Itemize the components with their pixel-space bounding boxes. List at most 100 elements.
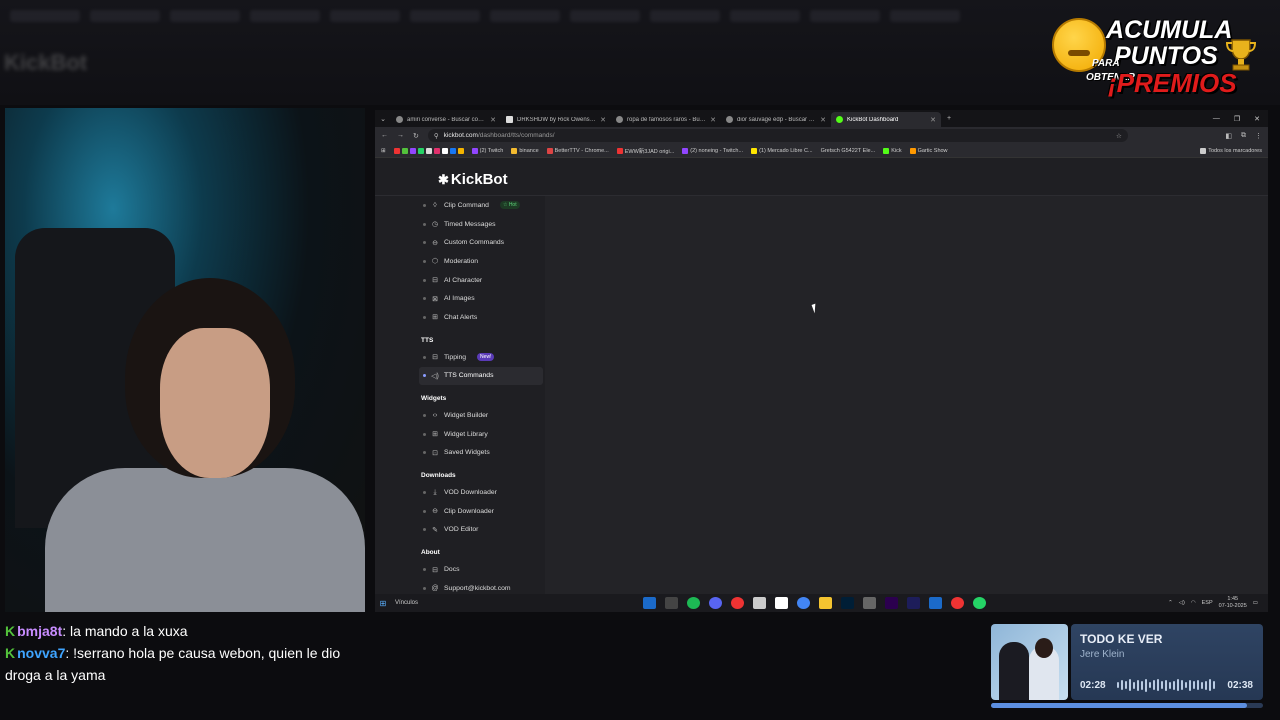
sidebar-item-clip-command[interactable]: ◊ Clip Command ☆ Hot [419,196,543,215]
url-input[interactable]: ⚲ kickbot.com/dashboard/tts/commands/ ☆ [427,129,1128,142]
spotify-icon[interactable] [687,597,700,609]
bookmark-item[interactable]: Gartic Show [909,147,948,154]
app-icon[interactable] [753,597,766,609]
sidebar-item-label: Docs [444,566,460,574]
site-info-icon[interactable]: ⚲ [434,132,439,140]
new-tab-icon[interactable]: + [941,115,957,122]
sidebar-item-label: AI Character [444,276,483,284]
close-tab-icon[interactable]: ✕ [820,116,826,124]
sidebar-item-moderation[interactable]: ⬡ Moderation [419,252,543,271]
clock[interactable]: 1:45 07-10-2025 [1219,596,1247,610]
bookmark-item[interactable]: (2) Twitch [471,147,503,154]
volume-icon[interactable]: ◁) [1179,600,1185,606]
sidebar-item-docs[interactable]: ⊟ Docs [419,560,543,579]
mail-icon: @ [431,584,439,592]
sidebar-item-custom-commands[interactable]: ⊖ Custom Commands [419,233,543,252]
whatsapp-icon[interactable] [973,597,986,609]
windows-start-icon[interactable]: ⊞ [375,599,391,608]
bookmark-item[interactable]: Gretsch G5422T Ele... [821,148,876,154]
commands-icon: ⊖ [432,239,438,247]
bookmark-item[interactable]: (2) noneing - Twitch... [682,147,743,154]
sidebar-item-widget-library[interactable]: ⊞ Widget Library [419,425,543,444]
album-cover [991,624,1068,700]
close-window-icon[interactable]: ✕ [1254,115,1260,123]
notification-icon[interactable]: ▭ [1253,600,1258,606]
chrome-active-icon[interactable] [951,597,964,609]
user-badges-icon: K [5,645,16,661]
close-tab-icon[interactable]: ✕ [710,116,716,124]
song-duration: 02:38 [1227,680,1253,691]
all-bookmarks[interactable]: Todos los marcadores [1200,147,1262,154]
tab-search-icon[interactable]: ⌄ [375,115,391,123]
close-tab-icon[interactable]: ✕ [490,116,496,124]
mouse-cursor [811,303,819,314]
taskbar-search[interactable]: Vínculos [395,600,418,606]
discord-icon[interactable] [709,597,722,609]
browser-tab[interactable]: amiri converse - Buscar con Go ✕ [391,112,501,127]
puzzle-icon[interactable]: ⧉ [1241,132,1246,140]
premiere-icon[interactable] [885,597,898,609]
forward-icon[interactable]: → [397,132,404,139]
browser-tab[interactable]: DRKSHDW by Rick Owens ZAP ✕ [501,112,611,127]
sidebar-item-label: VOD Downloader [444,489,497,497]
restore-icon[interactable]: ❐ [1234,115,1240,123]
obs-icon[interactable] [665,597,678,609]
shield-icon: ⬡ [431,258,439,266]
apps-icon[interactable]: ⊞ [381,148,386,154]
steam-icon[interactable] [643,597,656,609]
alert-icon: ⊞ [432,314,438,322]
after-effects-icon[interactable] [907,597,920,609]
sidebar-item-chat-alerts[interactable]: ⊞ Chat Alerts [419,308,543,327]
kickbot-dashboard: ✱ KickBot ◊ Clip Command ☆ Hot ◷ Timed Messag… [375,163,1268,612]
tiktok-icon[interactable] [775,597,788,609]
bookmark-item[interactable]: binance [511,147,539,154]
sidebar-item-vod-editor[interactable]: ✎ VOD Editor [419,521,543,540]
grid-icon: ⊞ [432,431,438,439]
steam-icon[interactable] [929,597,942,609]
bookmark-item[interactable]: Kick [883,147,902,154]
app-icon[interactable] [863,597,876,609]
sidebar-item-saved-widgets[interactable]: ⊡ Saved Widgets [419,444,543,463]
sidebar-item-label: Tipping [444,353,467,361]
sidebar-item-vod-downloader[interactable]: ⤓ VOD Downloader [419,483,543,502]
sidebar-item-tipping[interactable]: ⊟ Tipping New! [419,348,543,367]
chat-message: Knovva7: !serrano hola pe causa webon, q… [5,642,367,686]
sidebar-item-label: AI Images [444,295,475,303]
close-tab-icon[interactable]: ✕ [930,116,936,124]
bookmark-star-icon[interactable]: ☆ [1116,132,1122,140]
photoshop-icon[interactable] [841,597,854,609]
chevron-up-icon[interactable]: ⌃ [1168,600,1173,606]
bookmark-item[interactable]: (1) Mercado Libre C... [751,147,813,154]
menu-icon[interactable]: ⋮ [1255,132,1262,140]
sidebar-section-title: Downloads [421,472,456,480]
bookmark-item[interactable]: BetterTTV - Chrome... [546,147,609,154]
sidebar-item-clip-downloader[interactable]: ⊖ Clip Downloader [419,502,543,521]
bookmark-item[interactable]: EWW新3JAD origi... [616,147,674,155]
browser-tab-active[interactable]: KickBot Dashboard ✕ [831,112,941,127]
sidebar-item-ai-character[interactable]: ⊟ AI Character [419,271,543,290]
edit-icon: ✎ [432,526,438,534]
sidebar-section-title: TTS [421,336,434,344]
language-indicator[interactable]: ESP [1202,600,1213,606]
wifi-icon[interactable]: ◠ [1191,600,1196,606]
folder-icon[interactable] [819,597,832,609]
kickbot-logo[interactable]: ✱ KickBot [438,171,508,188]
app-icon[interactable] [731,597,744,609]
browser-tab[interactable]: ropa de famosos raros - Buscar ✕ [611,112,721,127]
stream-frame: KickBot ACUMULA PUNTOS PARA OBTENER ¡PRE… [0,0,1280,720]
sidebar-item-widget-builder[interactable]: ‹› Widget Builder [419,406,543,425]
sidebar-item-timed-messages[interactable]: ◷ Timed Messages [419,215,543,234]
back-icon[interactable]: ← [381,132,388,139]
reload-icon[interactable]: ↻ [413,132,419,140]
browser-tab[interactable]: dior sauvage edp - Buscar con ✕ [721,112,831,127]
background-blurred-tabs [0,10,1040,28]
minimize-icon[interactable]: — [1213,115,1220,123]
address-bar: ← → ↻ ⚲ kickbot.com/dashboard/tts/comman… [375,127,1268,144]
chrome-icon[interactable] [797,597,810,609]
sidebar-item-label: Clip Downloader [444,507,494,515]
docs-icon: ⊟ [432,566,438,574]
extension-icon[interactable]: ◧ [1225,132,1232,140]
sidebar-item-ai-images[interactable]: ⊠ AI Images [419,289,543,308]
sidebar-item-tts-commands[interactable]: ◁) TTS Commands [419,366,543,386]
close-tab-icon[interactable]: ✕ [600,116,606,124]
